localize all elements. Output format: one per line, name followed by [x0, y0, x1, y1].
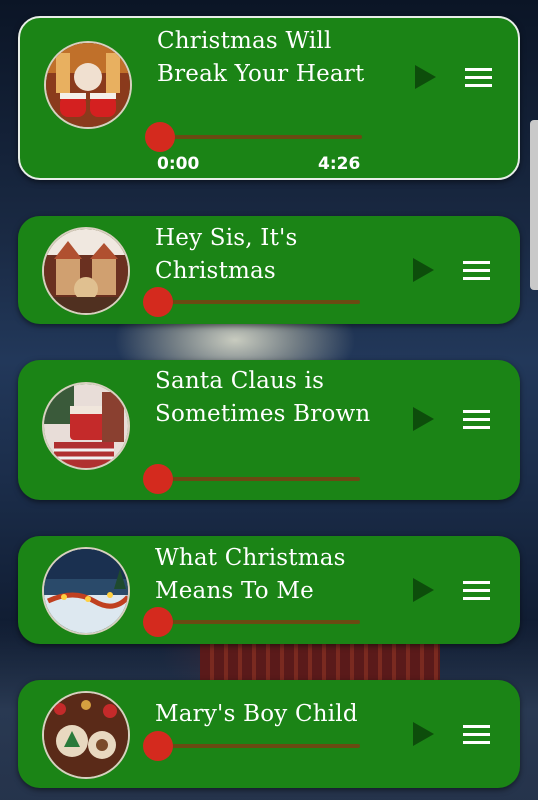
song-card[interactable]: What Christmas Means To Me — [18, 536, 520, 644]
seek-bar-thumb[interactable] — [143, 464, 173, 494]
play-icon[interactable] — [413, 722, 434, 746]
seek-bar-track[interactable] — [160, 135, 362, 139]
hamburger-menu-icon[interactable] — [463, 410, 490, 430]
seek-bar-track[interactable] — [158, 620, 360, 624]
play-icon[interactable] — [415, 65, 436, 89]
album-art-thumbnail — [42, 691, 130, 779]
song-card[interactable]: Santa Claus is Sometimes Brown — [18, 360, 520, 500]
hamburger-menu-icon[interactable] — [463, 725, 490, 745]
song-title: Christmas Will Break Your Heart — [157, 28, 365, 87]
song-title: Mary's Boy Child — [155, 701, 358, 727]
seek-bar-thumb[interactable] — [143, 731, 173, 761]
album-art-thumbnail — [42, 382, 130, 470]
song-card-active[interactable]: Christmas Will Break Your Heart 0:00 4:2… — [18, 16, 520, 180]
play-icon[interactable] — [413, 407, 434, 431]
song-title: What Christmas Means To Me — [155, 545, 346, 604]
play-icon[interactable] — [413, 578, 434, 602]
elapsed-time: 0:00 — [157, 154, 200, 174]
seek-bar-thumb[interactable] — [145, 122, 175, 152]
hamburger-menu-icon[interactable] — [465, 68, 492, 88]
hamburger-menu-icon[interactable] — [463, 261, 490, 281]
hamburger-menu-icon[interactable] — [463, 581, 490, 601]
scrollbar[interactable] — [530, 120, 538, 290]
play-icon[interactable] — [413, 258, 434, 282]
album-art-thumbnail — [44, 41, 132, 129]
seek-bar-track[interactable] — [158, 477, 360, 481]
album-art-thumbnail — [42, 547, 130, 635]
total-duration: 4:26 — [318, 154, 361, 174]
village-house — [200, 640, 440, 683]
seek-bar-thumb[interactable] — [143, 607, 173, 637]
seek-bar-thumb[interactable] — [143, 287, 173, 317]
seek-bar-track[interactable] — [158, 744, 360, 748]
seek-bar-track[interactable] — [158, 300, 360, 304]
album-art-thumbnail — [42, 227, 130, 315]
song-card[interactable]: Hey Sis, It's Christmas — [18, 216, 520, 324]
song-card[interactable]: Mary's Boy Child — [18, 680, 520, 788]
song-title: Santa Claus is Sometimes Brown — [155, 368, 371, 427]
song-title: Hey Sis, It's Christmas — [155, 225, 298, 284]
